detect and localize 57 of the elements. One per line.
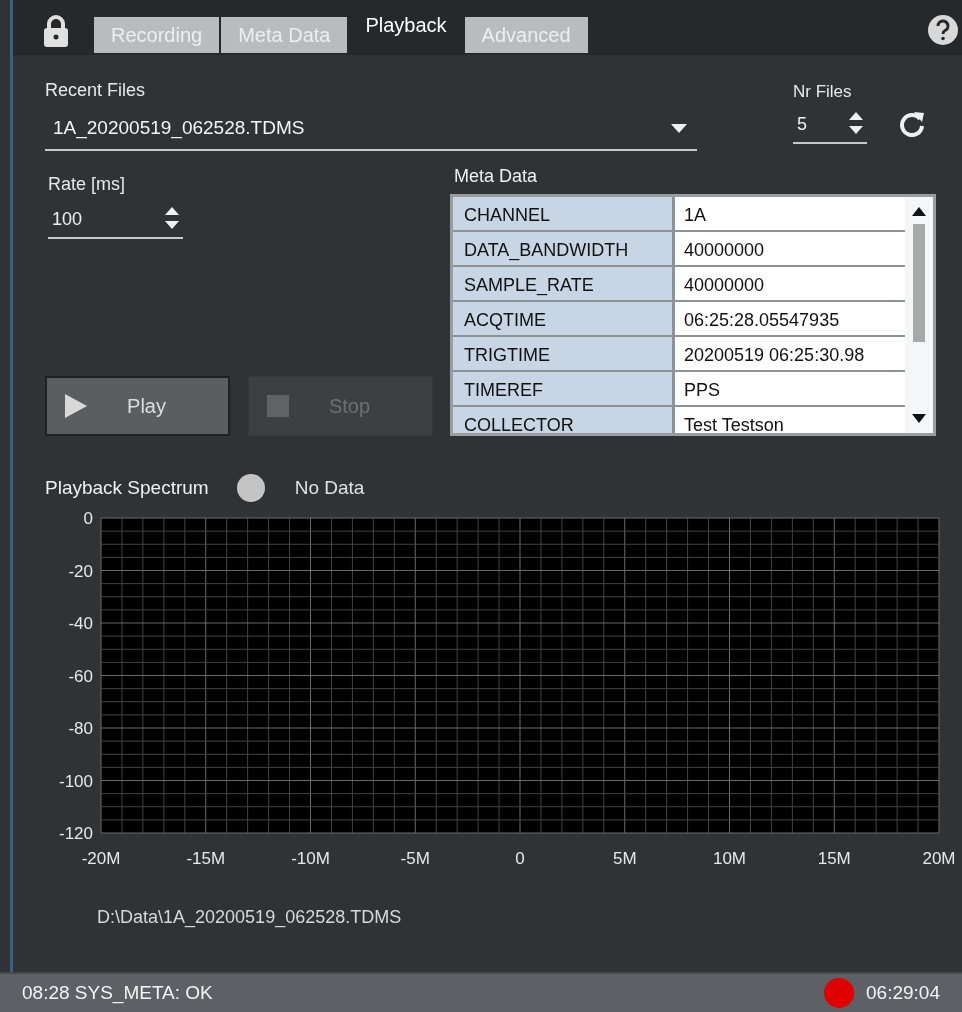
up-arrow-icon[interactable] [165, 206, 179, 215]
field-label: Rate [ms] [48, 172, 127, 196]
y-tick-label: -80 [68, 719, 93, 738]
x-tick-label: -15M [186, 849, 226, 868]
table-cell: DATA_BANDWIDTH [453, 231, 675, 265]
padlock-icon[interactable] [43, 15, 69, 47]
table-cell: TRIGTIME [453, 336, 675, 370]
y-tick-label: 0 [83, 509, 93, 528]
spin-field[interactable]: 100 [48, 205, 183, 239]
tab[interactable]: Playback [349, 2, 463, 48]
down-arrow-icon[interactable] [849, 125, 863, 134]
table-cell: TIMEREF [453, 371, 675, 405]
x-tick-label: -20M [81, 849, 121, 868]
x-tick-label: -10M [291, 849, 330, 868]
help-icon[interactable] [928, 15, 958, 45]
table-cell: 20200519 06:25:30.98 [675, 336, 905, 370]
y-tick-label: -100 [58, 771, 93, 791]
x-tick-label: 5M [612, 849, 637, 868]
y-tick-label: -60 [68, 666, 93, 686]
x-tick-label: -5M [400, 849, 430, 868]
table-cell: COLLECTOR [453, 406, 675, 433]
table-cell: 06:25:28.05547935 [675, 301, 905, 335]
status-time: 06:29:04 [866, 980, 940, 1005]
play-icon [65, 393, 87, 418]
x-tick-label: 0 [515, 849, 525, 868]
up-arrow-icon[interactable] [849, 111, 863, 120]
section-title: Playback Spectrum [45, 475, 209, 500]
file-path: D:\Data\1A_20200519_062528.TDMS [97, 906, 403, 930]
scrollbar-thumb[interactable] [913, 223, 925, 342]
x-tick-label: 15M [817, 849, 851, 868]
refresh-icon[interactable] [899, 111, 925, 137]
field-label: Nr Files [793, 81, 853, 103]
stop-icon [267, 394, 289, 417]
status-message: 08:28 SYS_META: OK [22, 980, 213, 1006]
table-cell: ACQTIME [453, 301, 675, 335]
y-tick-label: -40 [68, 614, 93, 633]
caret-icon [671, 123, 687, 133]
field-label: Recent Files [45, 79, 147, 102]
section-title: Meta Data [454, 164, 539, 188]
x-tick-label: 10M [712, 849, 747, 868]
recent-files-dropdown[interactable]: 1A_20200519_062528.TDMS [45, 114, 697, 151]
up-arrow-icon[interactable] [912, 206, 926, 216]
table-cell: Test Testson [675, 406, 905, 433]
down-arrow-icon[interactable] [165, 220, 179, 229]
play-button[interactable]: Play [45, 375, 230, 436]
x-tick-label: 20M [922, 849, 956, 868]
spin-field[interactable]: 5 [793, 110, 867, 144]
table-cell: 1A [675, 196, 905, 230]
table-cell: PPS [675, 371, 905, 405]
y-tick-label: -120 [58, 824, 93, 843]
led-label: No Data [294, 475, 365, 500]
y-tick-label: -20 [68, 561, 93, 581]
table-cell: 40000000 [675, 266, 905, 300]
table-cell: CHANNEL [453, 196, 675, 230]
table-cell: SAMPLE_RATE [453, 266, 675, 300]
down-arrow-icon[interactable] [912, 413, 926, 423]
table-cell: 40000000 [675, 231, 905, 265]
